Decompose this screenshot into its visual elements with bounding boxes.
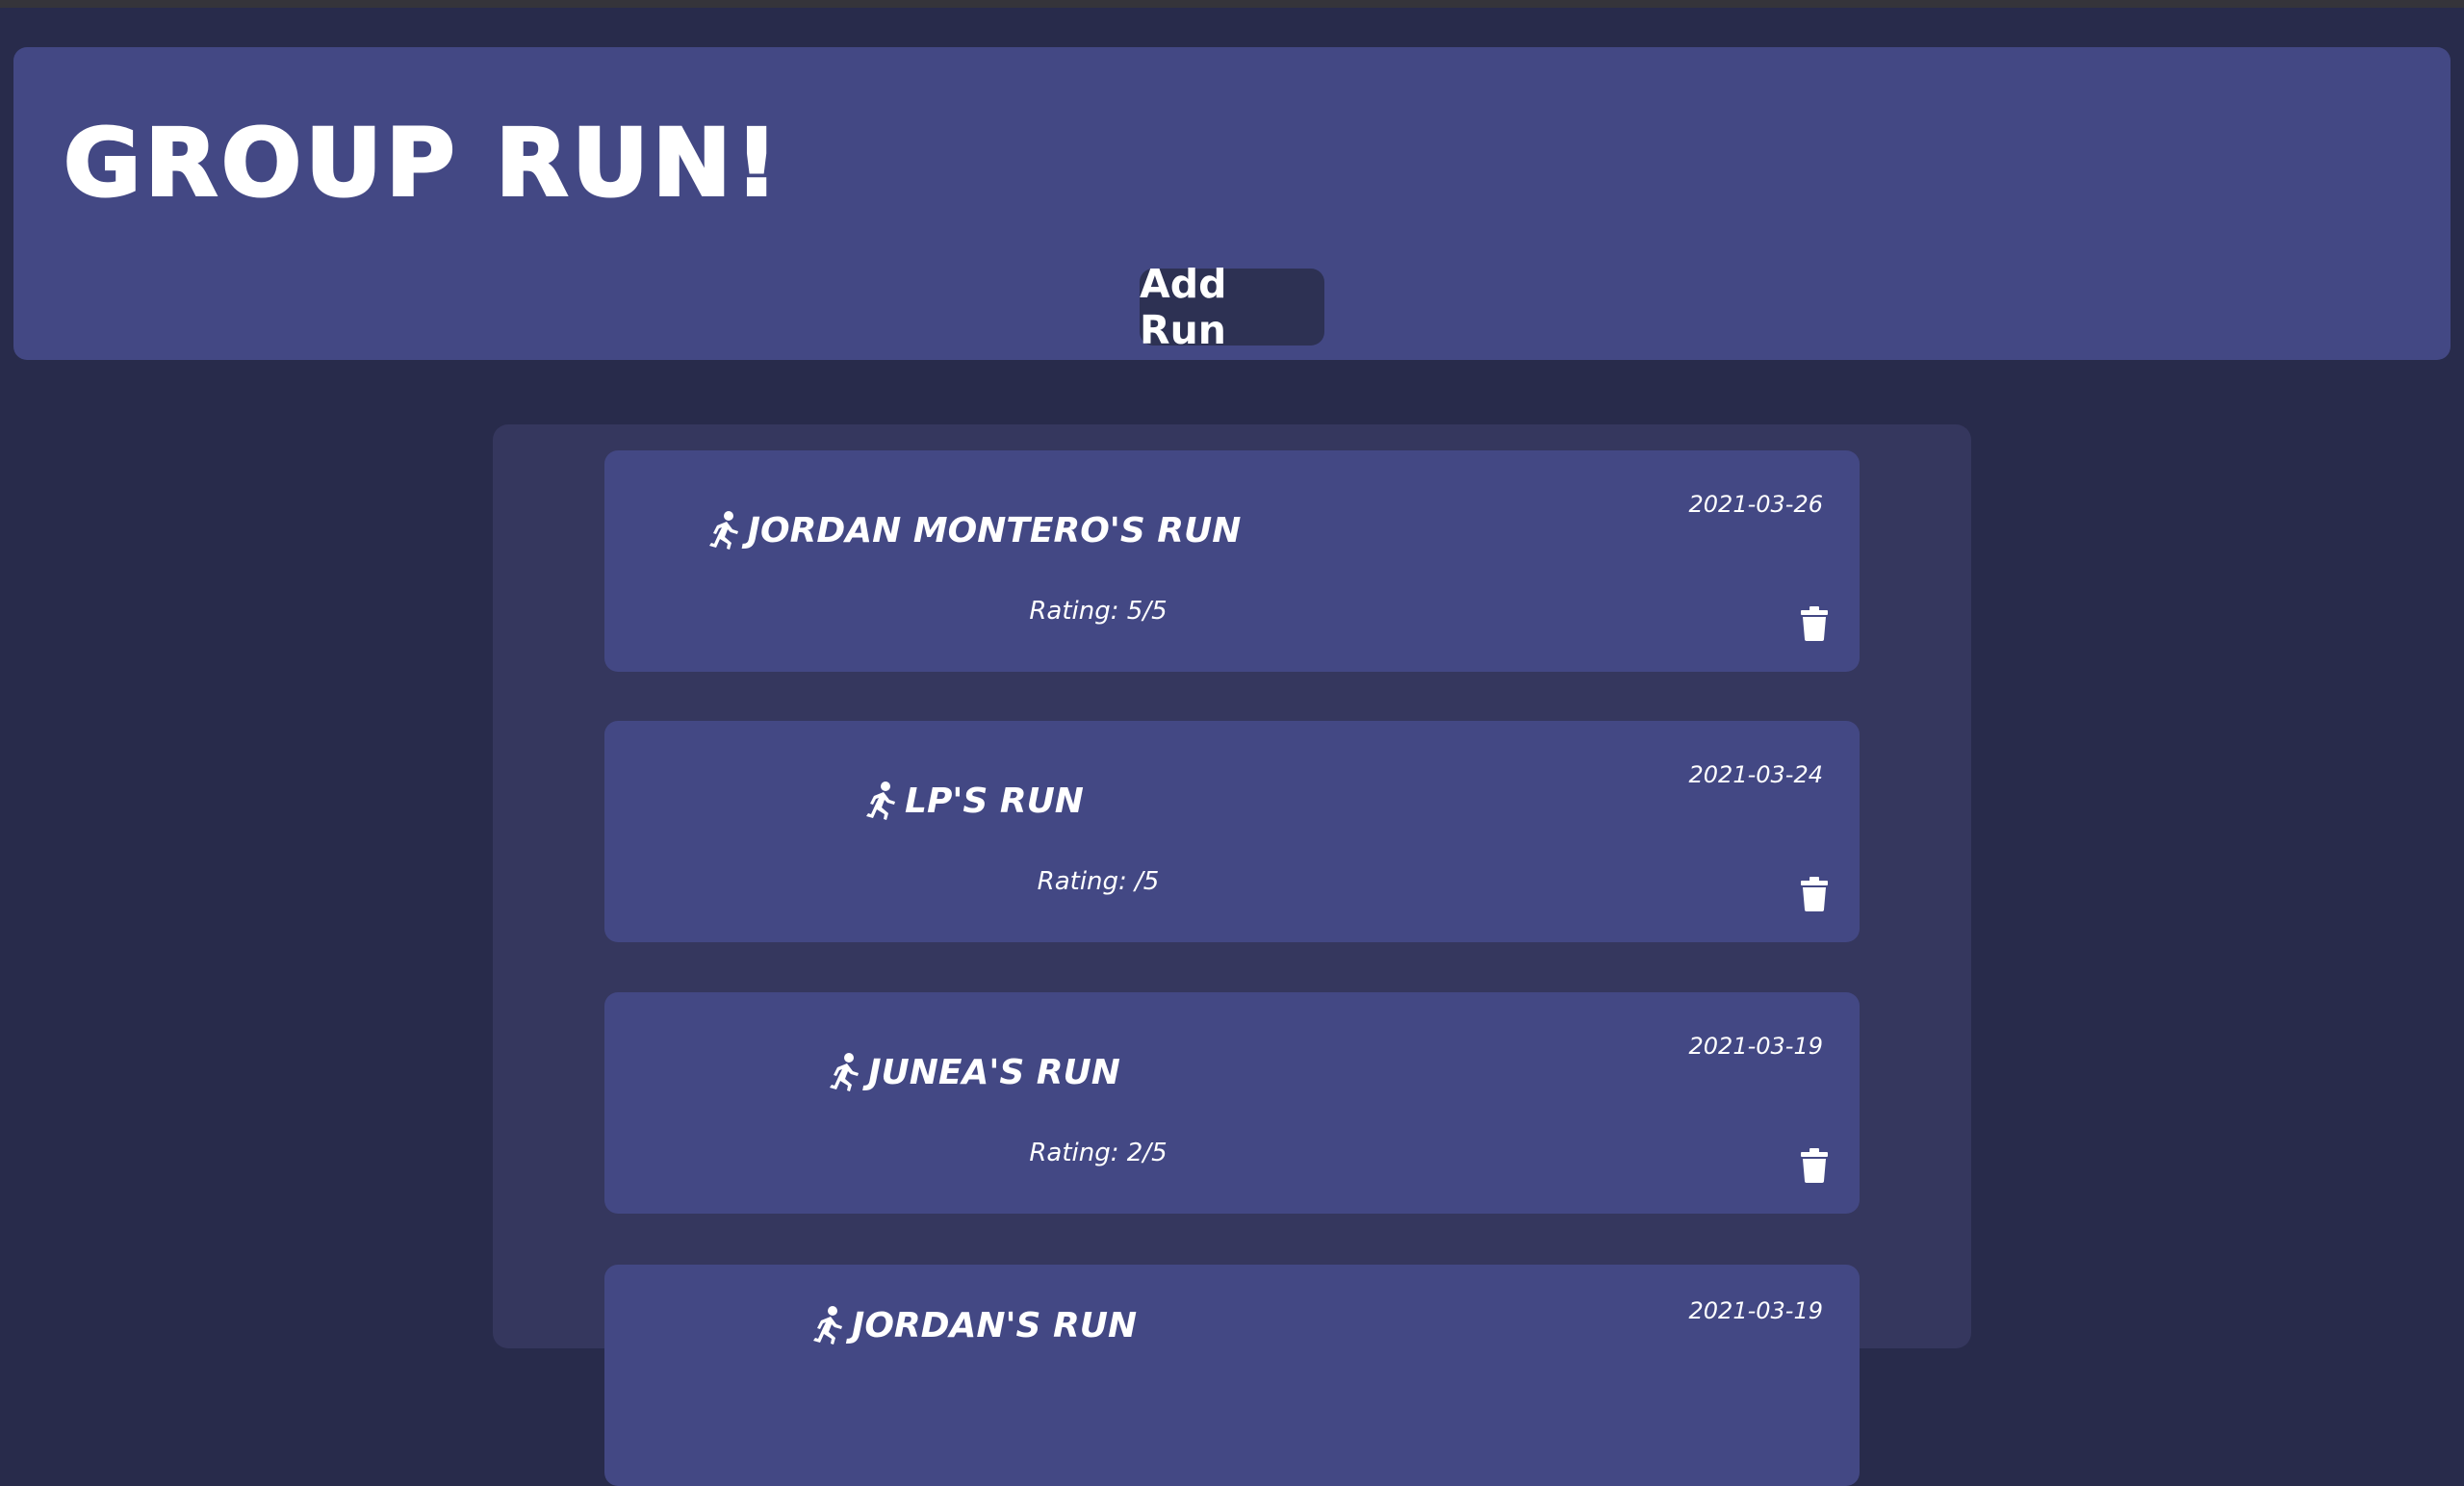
run-date: 2021-03-24: [1688, 761, 1823, 788]
run-date: 2021-03-19: [1688, 1033, 1823, 1060]
run-rating: Rating: /5: [1037, 867, 1160, 896]
run-rating: Rating: 5/5: [1029, 597, 1168, 626]
run-card: JUNEA'S RUN 2021-03-19 Rating: 2/5: [604, 992, 1860, 1214]
run-card: JORDAN MONTERO'S RUN 2021-03-26 Rating: …: [604, 450, 1860, 672]
trash-icon[interactable]: [1800, 1148, 1829, 1183]
run-title: JORDAN MONTERO'S RUN: [604, 506, 1344, 554]
trash-icon[interactable]: [1800, 606, 1829, 641]
run-card: LP'S RUN 2021-03-24 Rating: /5: [604, 721, 1860, 942]
running-person-icon: [866, 781, 896, 820]
run-date: 2021-03-26: [1688, 491, 1823, 518]
run-title-text: JUNEA'S RUN: [868, 1052, 1120, 1092]
run-title-text: JORDAN MONTERO'S RUN: [747, 510, 1242, 551]
run-title: JUNEA'S RUN: [604, 1048, 1344, 1096]
window-top-border: [0, 0, 2464, 8]
page-title: GROUP RUN!: [62, 109, 783, 219]
run-title: JORDAN'S RUN: [604, 1301, 1344, 1349]
run-rating: Rating: 2/5: [1029, 1139, 1168, 1167]
run-date: 2021-03-19: [1688, 1297, 1823, 1324]
running-person-icon: [812, 1306, 842, 1345]
run-title-text: LP'S RUN: [905, 781, 1084, 821]
run-title: LP'S RUN: [604, 777, 1344, 825]
run-title-text: JORDAN'S RUN: [851, 1305, 1138, 1345]
running-person-icon: [830, 1053, 860, 1091]
trash-icon[interactable]: [1800, 877, 1829, 911]
run-card: JORDAN'S RUN 2021-03-19: [604, 1265, 1860, 1486]
running-person-icon: [708, 511, 738, 550]
add-run-button[interactable]: Add Run: [1140, 261, 1324, 353]
